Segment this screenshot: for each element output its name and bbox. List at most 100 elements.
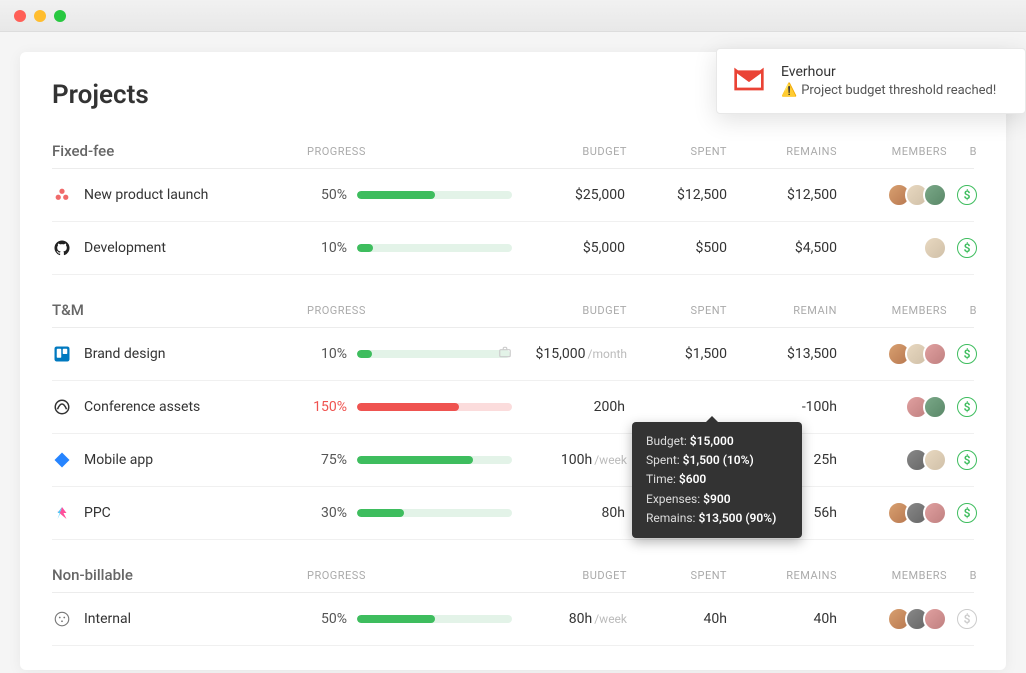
remains-value: $12,500 — [727, 187, 837, 203]
remains-value: -100h — [727, 399, 837, 415]
members — [837, 501, 947, 525]
spent-tooltip: Budget: $15,000Spent: $1,500 (10%)Time: … — [632, 422, 802, 538]
internal-icon — [52, 609, 72, 629]
progress-bar — [357, 615, 512, 623]
col-spent-header: SPENT — [627, 569, 727, 582]
members — [837, 448, 947, 472]
project-name: Conference assets — [84, 399, 200, 415]
project-row[interactable]: New product launch 50% $25,000 $12,500 $… — [52, 169, 974, 222]
progress-percent: 10% — [307, 240, 347, 256]
spent-value: $1,500 — [627, 346, 727, 362]
col-spent-header: SPENT — [627, 304, 727, 317]
project-name: Development — [84, 240, 166, 256]
col-progress-header: PROGRESS — [307, 145, 512, 158]
progress-bar — [357, 403, 512, 411]
billable-icon[interactable]: $ — [957, 344, 977, 364]
budget-value: 80h/week — [512, 611, 627, 627]
billable-icon[interactable]: $ — [957, 185, 977, 205]
progress-percent: 75% — [307, 452, 347, 468]
section-title: T&M — [52, 301, 307, 319]
project-row[interactable]: Development 10% $5,000 $500 $4,500 $ — [52, 222, 974, 275]
col-remains-header: REMAIN — [727, 304, 837, 317]
project-name: PPC — [84, 505, 111, 521]
members — [837, 342, 947, 366]
col-spent-header: SPENT — [627, 145, 727, 158]
members — [837, 236, 947, 260]
section-header: Non-billable PROGRESS BUDGET SPENT REMAI… — [52, 540, 974, 593]
col-b-header: B — [947, 569, 977, 582]
col-remains-header: REMAINS — [727, 569, 837, 582]
avatar[interactable] — [923, 607, 947, 631]
trello-icon — [52, 344, 72, 364]
projects-panel: Projects Fixed-fee PROGRESS BUDGET SPENT… — [20, 52, 1006, 670]
briefcase-icon — [498, 345, 512, 363]
avatar[interactable] — [923, 236, 947, 260]
avatar[interactable] — [923, 342, 947, 366]
budget-value: $5,000 — [512, 240, 627, 256]
avatar[interactable] — [923, 448, 947, 472]
budget-value: 100h/week — [512, 452, 627, 468]
avatar[interactable] — [923, 501, 947, 525]
minimize-window-button[interactable] — [34, 10, 46, 22]
budget-value: 200h — [512, 399, 627, 415]
col-b-header: B — [947, 145, 977, 158]
col-progress-header: PROGRESS — [307, 569, 512, 582]
notification-text: Everhour ⚠️Project budget threshold reac… — [781, 64, 996, 98]
project-name: Mobile app — [84, 452, 153, 468]
progress-bar — [357, 350, 510, 358]
col-members-header: MEMBERS — [837, 145, 947, 158]
close-window-button[interactable] — [14, 10, 26, 22]
spent-value: $500 — [627, 240, 727, 256]
project-name: New product launch — [84, 187, 208, 203]
progress-percent: 30% — [307, 505, 347, 521]
avatar[interactable] — [923, 395, 947, 419]
col-members-header: MEMBERS — [837, 569, 947, 582]
budget-value: 80h — [512, 505, 627, 521]
members — [837, 607, 947, 631]
project-row[interactable]: Conference assets 150% 200h -100h $ — [52, 381, 974, 434]
maximize-window-button[interactable] — [54, 10, 66, 22]
col-b-header: B — [947, 304, 977, 317]
progress-bar — [357, 244, 512, 252]
progress-percent: 10% — [307, 346, 347, 362]
asana-icon — [52, 185, 72, 205]
col-budget-header: BUDGET — [512, 569, 627, 582]
project-name: Brand design — [84, 346, 165, 362]
warning-icon: ⚠️ — [781, 83, 797, 98]
avatar[interactable] — [923, 183, 947, 207]
members — [837, 395, 947, 419]
members — [837, 183, 947, 207]
window-titlebar — [0, 0, 1026, 32]
col-budget-header: BUDGET — [512, 145, 627, 158]
progress-percent: 50% — [307, 611, 347, 627]
spent-value: 40h — [627, 611, 727, 627]
remains-value: $4,500 — [727, 240, 837, 256]
budget-value: $15,000/month — [512, 346, 627, 362]
billable-icon[interactable]: $ — [957, 609, 977, 629]
progress-percent: 50% — [307, 187, 347, 203]
section-title: Fixed-fee — [52, 142, 307, 160]
billable-icon[interactable]: $ — [957, 238, 977, 258]
billable-icon[interactable]: $ — [957, 450, 977, 470]
notification-sender: Everhour — [781, 64, 996, 80]
github-icon — [52, 238, 72, 258]
gmail-icon — [731, 63, 767, 99]
project-row[interactable]: Mobile app 75% 100h/week 25h $ — [52, 434, 974, 487]
remains-value: 40h — [727, 611, 837, 627]
project-row[interactable]: PPC 30% 80h 24h 56h $ — [52, 487, 974, 540]
remains-value: $13,500 — [727, 346, 837, 362]
project-row[interactable]: Brand design 10% $15,000/month $1,500 $1… — [52, 328, 974, 381]
progress-bar — [357, 191, 512, 199]
notification-message: ⚠️Project budget threshold reached! — [781, 83, 996, 98]
email-notification[interactable]: Everhour ⚠️Project budget threshold reac… — [716, 48, 1026, 114]
col-budget-header: BUDGET — [512, 304, 627, 317]
project-row[interactable]: Internal 50% 80h/week 40h 40h $ — [52, 593, 974, 646]
progress-bar — [357, 509, 512, 517]
jira-icon — [52, 450, 72, 470]
section-header: T&M PROGRESS BUDGET SPENT REMAIN MEMBERS… — [52, 275, 974, 328]
spent-value: $12,500 — [627, 187, 727, 203]
billable-icon[interactable]: $ — [957, 397, 977, 417]
progress-bar — [357, 456, 512, 464]
col-members-header: MEMBERS — [837, 304, 947, 317]
billable-icon[interactable]: $ — [957, 503, 977, 523]
